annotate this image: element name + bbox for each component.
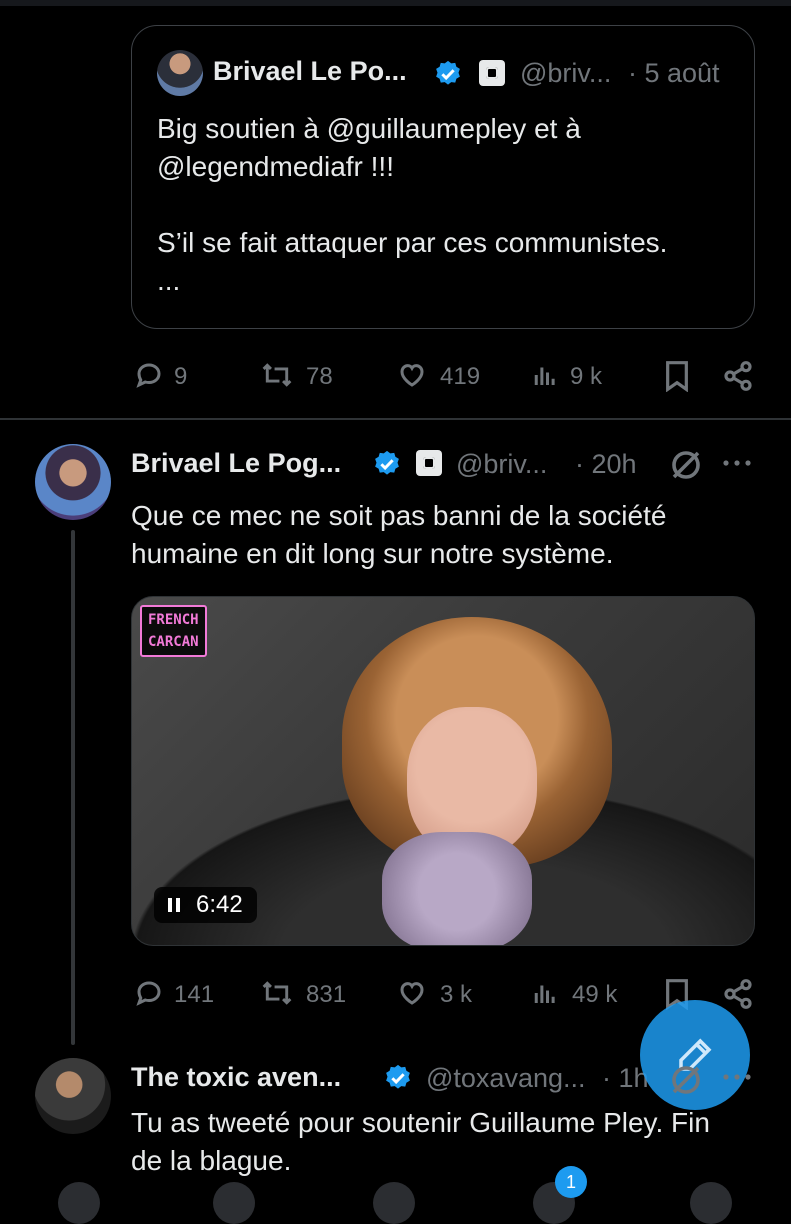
views-count: 49 k bbox=[572, 981, 618, 1008]
post-divider bbox=[0, 418, 791, 420]
author-name[interactable]: Brivael Le Pog... bbox=[131, 448, 341, 479]
like-icon[interactable] bbox=[396, 978, 428, 1008]
video-duration: 6:42 bbox=[196, 891, 243, 918]
quoted-text-line: @legendmediafr !!! bbox=[157, 151, 394, 182]
verified-badge-icon bbox=[386, 1064, 410, 1089]
quoted-text-blank bbox=[157, 186, 737, 224]
top-divider bbox=[0, 0, 791, 6]
like-count: 3 k bbox=[440, 981, 473, 1008]
quoted-tweet-text: Big soutien à @guillaumepley et à @legen… bbox=[157, 110, 737, 300]
notifications-badge: 1 bbox=[555, 1166, 587, 1198]
thread-line bbox=[71, 530, 75, 1045]
video-frame-scarf bbox=[382, 832, 532, 945]
quoted-text-line: Big soutien à @guillaumepley et à bbox=[157, 113, 581, 144]
grok-nav-icon[interactable] bbox=[373, 1182, 415, 1224]
watermark-line: CARCAN bbox=[148, 634, 199, 650]
reply-icon[interactable] bbox=[134, 360, 164, 390]
views-icon[interactable] bbox=[530, 360, 560, 390]
repost-icon[interactable] bbox=[260, 978, 294, 1008]
share-icon[interactable] bbox=[722, 360, 754, 392]
verified-badge-icon bbox=[436, 60, 460, 85]
messages-icon[interactable] bbox=[690, 1182, 732, 1224]
affiliation-badge-icon bbox=[479, 60, 505, 86]
reply-count: 141 bbox=[174, 981, 215, 1008]
more-options-icon[interactable] bbox=[721, 1070, 753, 1084]
verified-badge-icon bbox=[375, 450, 399, 475]
like-icon[interactable] bbox=[396, 360, 428, 390]
repost-count: 831 bbox=[306, 981, 347, 1008]
grok-icon[interactable] bbox=[668, 447, 704, 483]
repost-icon[interactable] bbox=[260, 360, 294, 390]
post-timestamp[interactable]: · 20h bbox=[575, 449, 637, 480]
author-avatar[interactable] bbox=[35, 444, 111, 520]
reply-count: 9 bbox=[174, 363, 188, 390]
author-handle: @briv... bbox=[456, 449, 548, 479]
watermark-line: FRENCH bbox=[148, 612, 199, 628]
reply-icon[interactable] bbox=[134, 978, 164, 1008]
quoted-author-avatar[interactable] bbox=[157, 50, 203, 96]
affiliation-badge-icon bbox=[416, 450, 442, 476]
quoted-author-name[interactable]: Brivael Le Po... bbox=[213, 56, 407, 87]
reply-author-avatar[interactable] bbox=[35, 1058, 111, 1134]
search-icon[interactable] bbox=[213, 1182, 255, 1224]
views-count: 9 k bbox=[570, 363, 603, 390]
reply-author-name[interactable]: The toxic aven... bbox=[131, 1062, 341, 1093]
home-icon[interactable] bbox=[58, 1182, 100, 1224]
post-text-line: Que ce mec ne soit pas banni de la socié… bbox=[131, 500, 667, 531]
share-icon[interactable] bbox=[722, 978, 754, 1010]
repost-count: 78 bbox=[306, 363, 333, 390]
video-timer[interactable]: 6:42 bbox=[154, 887, 257, 923]
bottom-navigation bbox=[0, 1170, 791, 1224]
views-icon[interactable] bbox=[530, 978, 560, 1008]
reply-text: Tu as tweeté pour soutenir Guillaume Ple… bbox=[131, 1104, 761, 1180]
grok-icon[interactable] bbox=[668, 1062, 704, 1098]
reply-text-line: Tu as tweeté pour soutenir Guillaume Ple… bbox=[131, 1107, 710, 1138]
quoted-text-line: S’il se fait attaquer par ces communiste… bbox=[157, 227, 668, 258]
post-text: Que ce mec ne soit pas banni de la socié… bbox=[131, 497, 751, 573]
quoted-text-line: ... bbox=[157, 265, 181, 296]
video-player[interactable]: FRENCH CARCAN 6:42 bbox=[131, 596, 755, 946]
bookmark-icon[interactable] bbox=[663, 360, 691, 392]
reply-handle: @toxavang... bbox=[426, 1063, 586, 1093]
quoted-handle: @briv... bbox=[520, 58, 612, 88]
post-text-line: humaine en dit long sur notre système. bbox=[131, 538, 614, 569]
video-watermark: FRENCH CARCAN bbox=[140, 605, 207, 657]
like-count: 419 bbox=[440, 363, 481, 390]
pause-icon[interactable] bbox=[168, 898, 180, 912]
more-options-icon[interactable] bbox=[721, 456, 753, 470]
quoted-timestamp[interactable]: · 5 août bbox=[628, 58, 720, 89]
